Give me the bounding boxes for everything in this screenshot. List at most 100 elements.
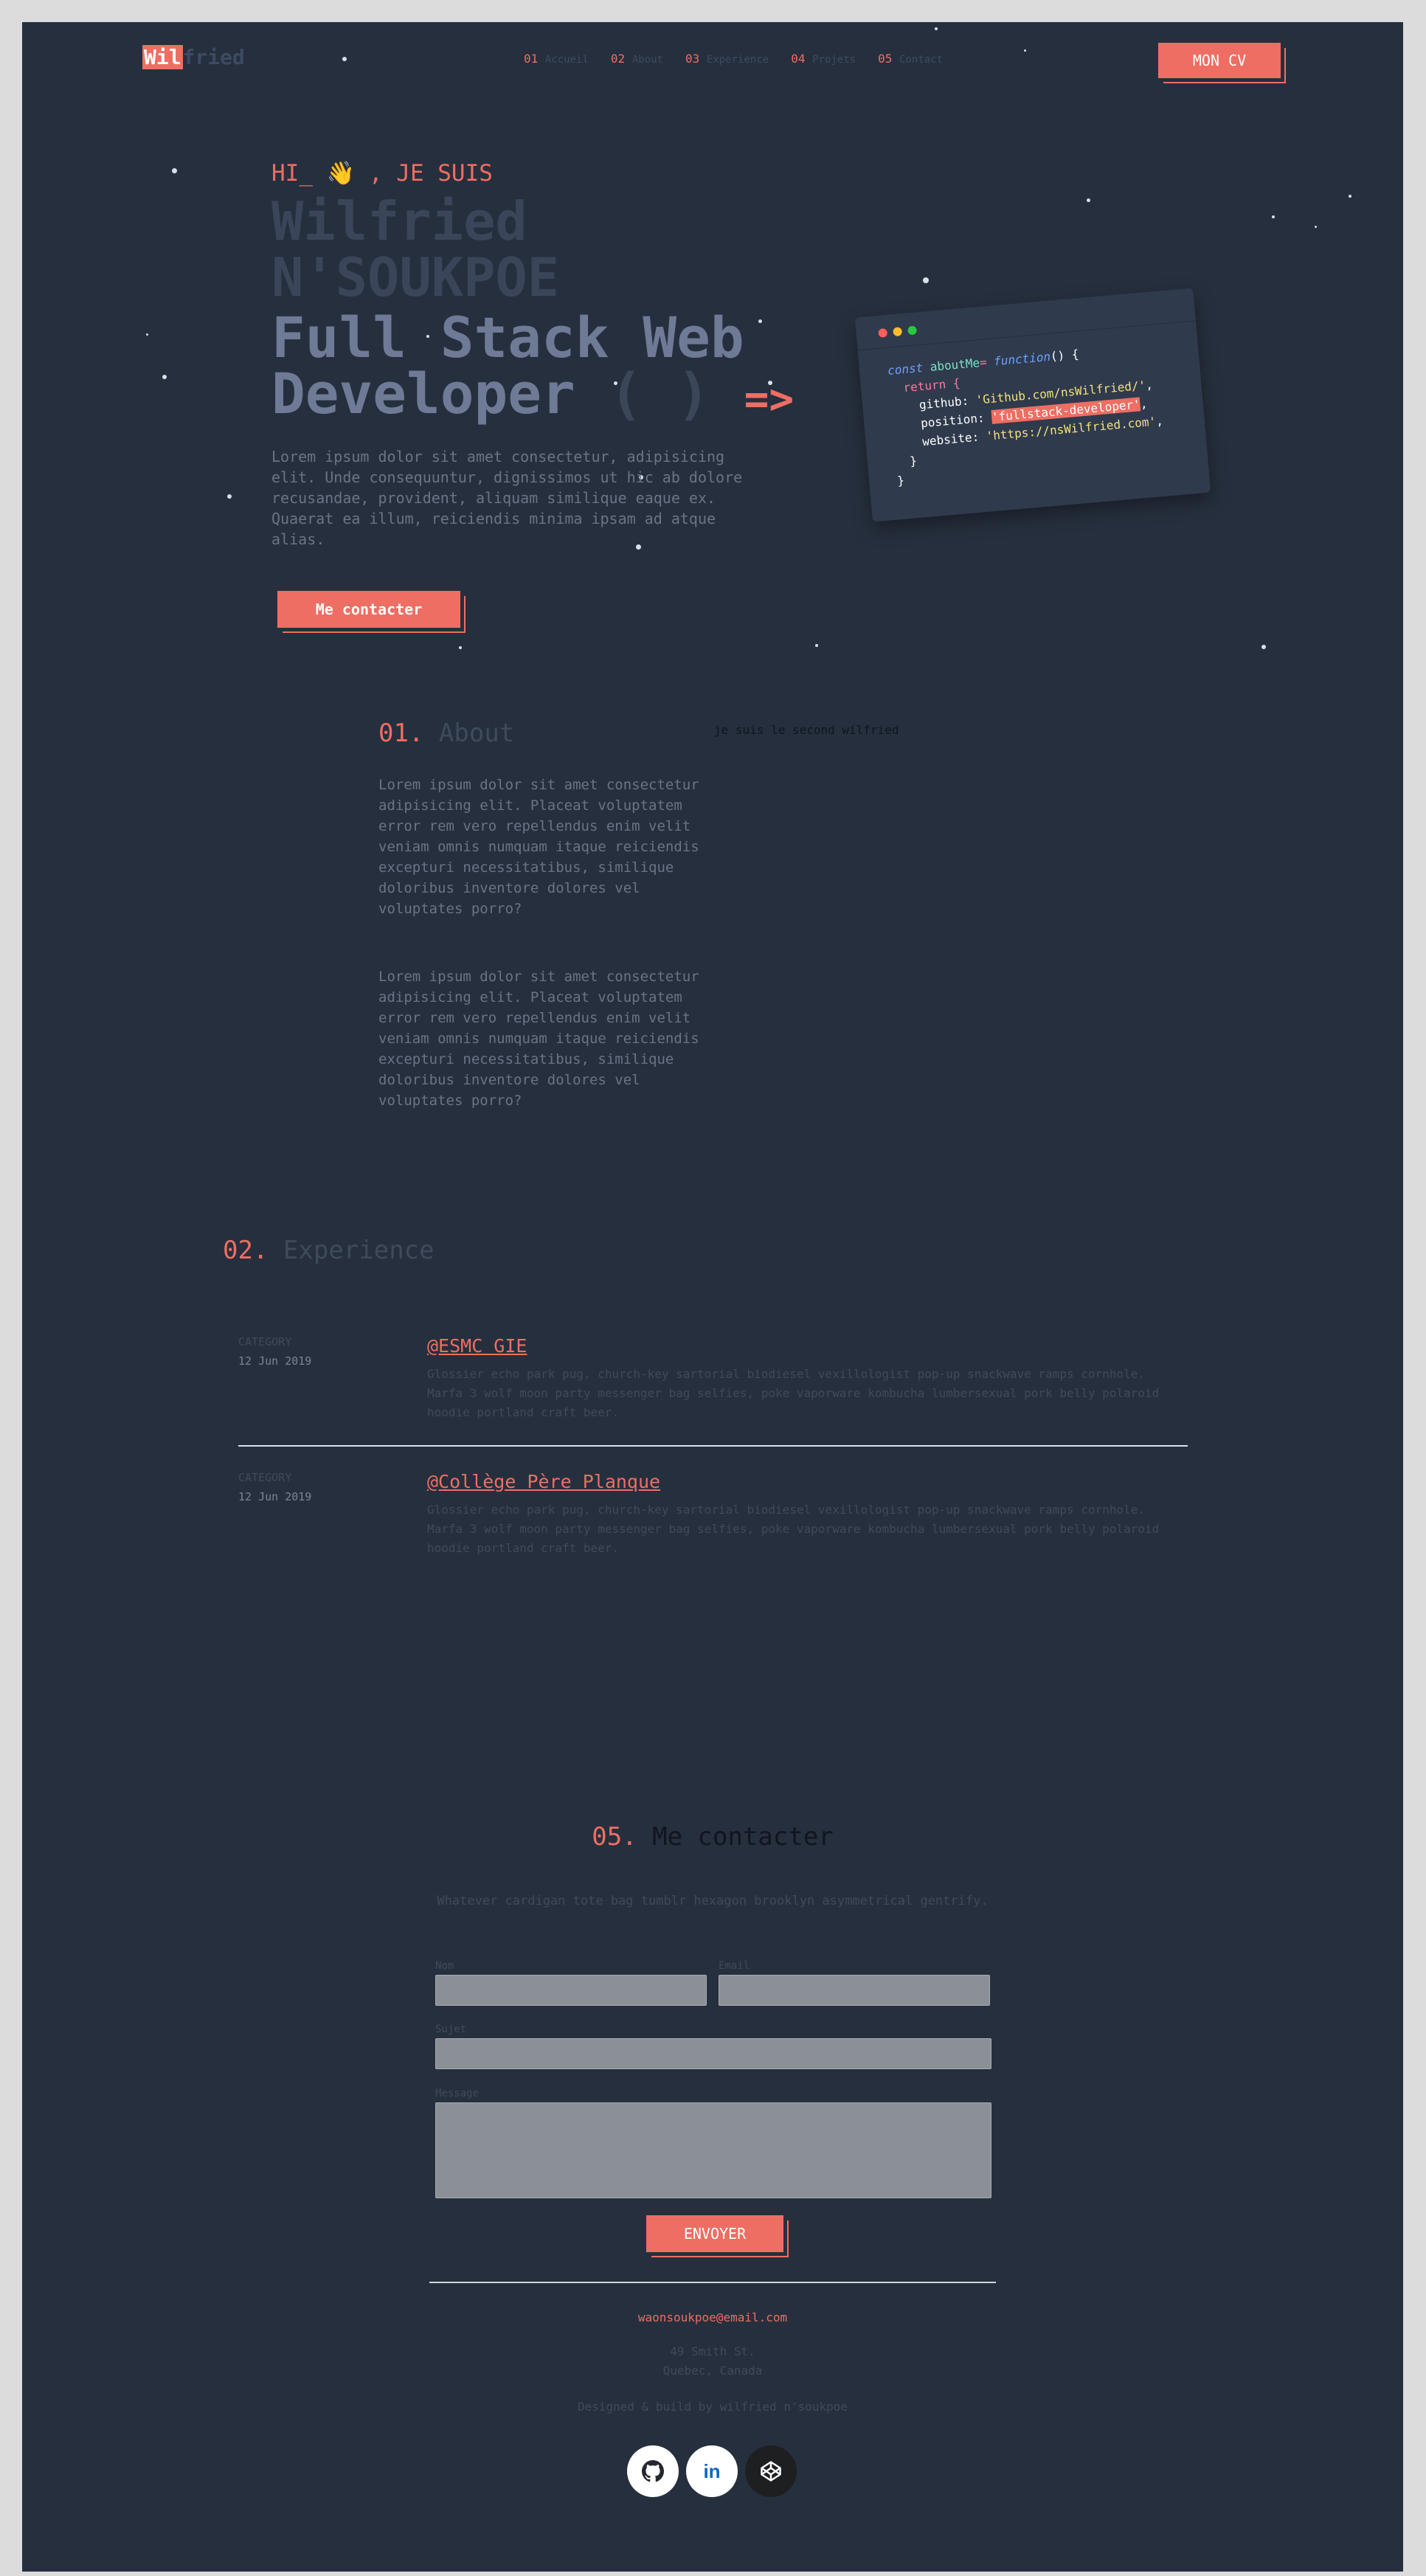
code-var-name: aboutMe: [929, 356, 980, 374]
email-input[interactable]: [719, 1975, 990, 2006]
logo-rest: fried: [182, 45, 245, 69]
hero-greeting: HI_ 👋 , JE SUIS: [271, 159, 493, 187]
code-return: return {: [902, 375, 961, 395]
code-function: function: [993, 349, 1051, 369]
code-const: const: [887, 360, 924, 378]
code-github-key: github:: [918, 393, 969, 412]
job-date: 12 Jun 2019: [238, 1354, 312, 1368]
star-decoration: [1315, 226, 1317, 228]
nav-label: Projets: [812, 54, 856, 66]
job-category: CATEGORY: [238, 1471, 292, 1484]
code-eq: =: [979, 355, 988, 370]
site-logo[interactable]: Wilfried: [142, 45, 245, 69]
nav-num: 03: [685, 52, 700, 66]
nav-label: Accueil: [544, 54, 589, 66]
message-label: Message: [435, 2088, 480, 2099]
section-number: 02.: [223, 1236, 269, 1265]
github-link[interactable]: [627, 2445, 679, 2497]
contact-me-button[interactable]: Me contacter: [277, 591, 460, 628]
experience-heading: 02. Experience: [223, 1236, 435, 1265]
code-close-1: }: [909, 454, 918, 468]
hero-intro: Lorem ipsum dolor sit amet consectetur, …: [271, 448, 743, 548]
star-decoration: [459, 646, 462, 649]
window-close-dot-icon: [878, 328, 888, 338]
section-title: About: [438, 719, 515, 748]
codepen-link[interactable]: [745, 2445, 797, 2497]
star-decoration: [227, 494, 232, 499]
page: Wilfried 01 Accueil 02 About 03 Experien…: [22, 22, 1403, 2572]
job-entry: CATEGORY 12 Jun 2019 @ESMC GIE Glossier …: [238, 1335, 1190, 1431]
section-number: 05.: [592, 1822, 637, 1852]
section-title: Me contacter: [652, 1822, 834, 1852]
nav-num: 05: [878, 52, 893, 66]
name-line-1: Wilfried: [271, 190, 527, 252]
wave-emoji-icon: 👋: [326, 160, 356, 187]
job-company-link[interactable]: @Collège Père Planque: [427, 1471, 660, 1492]
job-date: 12 Jun 2019: [238, 1490, 312, 1503]
send-button[interactable]: ENVOYER: [646, 2215, 783, 2252]
code-card: const aboutMe= function() { return { git…: [854, 288, 1211, 522]
code-position-key: position:: [920, 410, 986, 431]
cv-button[interactable]: MON CV: [1158, 43, 1281, 78]
hero-name: Wilfried N'SOUKPOE: [271, 193, 559, 305]
email-label: Email: [719, 1960, 750, 1972]
github-icon: [642, 2460, 664, 2482]
main-nav: 01 Accueil 02 About 03 Experience 04 Pro…: [524, 52, 943, 66]
star-decoration: [1024, 49, 1026, 52]
job-category: CATEGORY: [238, 1335, 292, 1348]
address-line-2: Quebec, Canada: [662, 2364, 763, 2378]
job-entry: CATEGORY 12 Jun 2019 @Collège Père Planq…: [238, 1471, 1190, 1567]
linkedin-icon: in: [703, 2459, 721, 2482]
nav-label: Experience: [706, 54, 769, 66]
code-snippet: const aboutMe= function() { return { git…: [887, 347, 1164, 488]
code-fn-end: () {: [1050, 347, 1080, 364]
nav-item-about[interactable]: 02 About: [611, 52, 663, 66]
message-textarea[interactable]: [435, 2102, 991, 2198]
nav-num: 01: [524, 52, 539, 66]
role-line-2: Developer: [271, 361, 575, 426]
job-company-link[interactable]: @ESMC GIE: [427, 1335, 527, 1357]
contact-heading: 05. Me contacter: [22, 1822, 1403, 1852]
code-close-2: }: [896, 473, 905, 488]
logo-highlight: Wil: [142, 45, 183, 69]
name-input[interactable]: [435, 1975, 707, 2006]
address-line-1: 49 Smith St.: [670, 2344, 755, 2358]
job-description: Glossier echo park pug, church-key sarto…: [427, 1503, 1160, 1555]
job-description: Glossier echo park pug, church-key sarto…: [427, 1367, 1160, 1419]
nav-item-accueil[interactable]: 01 Accueil: [524, 52, 589, 66]
subject-label: Sujet: [435, 2023, 467, 2035]
star-decoration: [146, 333, 148, 336]
nav-item-contact[interactable]: 05 Contact: [878, 52, 943, 66]
subject-input[interactable]: [435, 2038, 991, 2069]
greeting-text: HI_: [271, 160, 313, 187]
star-decoration: [1272, 215, 1275, 218]
nav-num: 04: [791, 52, 806, 66]
role-line-1: Full Stack Web: [271, 305, 744, 370]
footer-credit: Designed & build by wilfried n'soukpoe: [577, 2400, 848, 2414]
hero-role: Full Stack Web Developer ( ) =>: [271, 310, 794, 428]
star-decoration: [1261, 645, 1266, 649]
nav-item-projets[interactable]: 04 Projets: [791, 52, 856, 66]
star-decoration: [172, 168, 177, 173]
window-maximize-dot-icon: [907, 325, 918, 336]
star-decoration: [923, 277, 929, 283]
section-number: 01.: [378, 719, 424, 748]
greeting-suffix: , JE SUIS: [368, 160, 493, 187]
nav-num: 02: [610, 52, 626, 66]
star-decoration: [935, 27, 938, 30]
linkedin-link[interactable]: in: [686, 2445, 738, 2497]
role-parens: ( ): [609, 361, 710, 426]
star-decoration: [1087, 198, 1090, 202]
nav-label: About: [631, 54, 663, 66]
job-divider: [238, 1445, 1188, 1447]
star-decoration: [815, 644, 818, 647]
star-decoration: [162, 375, 167, 379]
contact-subtitle: Whatever cardigan tote bag tumblr hexago…: [437, 1894, 989, 1908]
footer-divider: [429, 2282, 996, 2283]
nav-item-experience[interactable]: 03 Experience: [685, 52, 769, 66]
codepen-icon: [761, 2461, 781, 2482]
footer-email-link[interactable]: waonsoukpoe@email.com: [22, 2310, 1403, 2324]
name-label: Nom: [435, 1960, 454, 1972]
about-side-text: je suis le second wilfried: [714, 723, 899, 737]
name-line-2: N'SOUKPOE: [271, 246, 560, 308]
